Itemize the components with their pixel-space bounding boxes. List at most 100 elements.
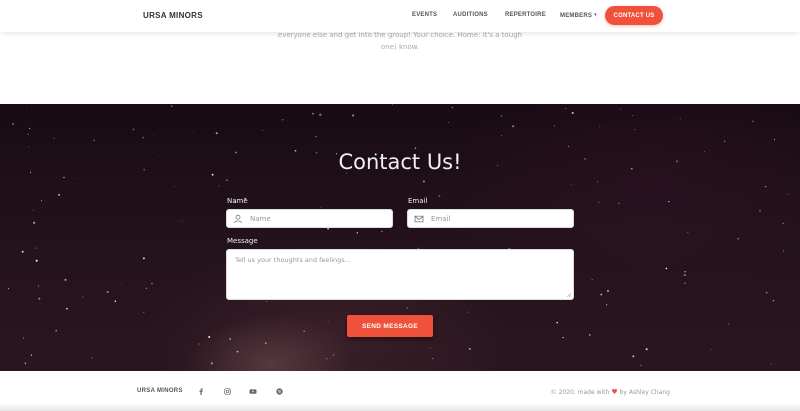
nav-members-dropdown[interactable]: MEMBERS ▾ <box>560 12 597 19</box>
star <box>589 334 591 336</box>
user-icon <box>234 214 242 224</box>
star <box>406 307 408 309</box>
star <box>53 137 55 140</box>
star <box>567 145 569 147</box>
star <box>766 291 768 294</box>
star <box>469 348 471 350</box>
star <box>27 133 29 135</box>
star <box>352 114 355 117</box>
star <box>438 195 441 198</box>
star <box>312 112 314 115</box>
star <box>633 128 636 131</box>
star <box>122 255 124 257</box>
star <box>509 137 511 139</box>
star <box>665 267 668 270</box>
star <box>179 220 182 222</box>
star <box>571 111 574 115</box>
star <box>215 132 218 135</box>
star <box>21 250 24 253</box>
star <box>607 290 609 292</box>
nav-repertoire[interactable]: REPERTOIRE <box>505 12 546 18</box>
contact-us-button[interactable]: CONTACT US <box>605 6 663 25</box>
star <box>208 335 211 339</box>
star <box>38 297 41 300</box>
star <box>683 274 686 277</box>
star <box>328 321 329 323</box>
brand-logo[interactable]: URSA MINORS <box>143 11 203 20</box>
resize-grip-icon[interactable] <box>566 292 571 297</box>
star <box>724 140 726 142</box>
star <box>24 362 27 364</box>
star <box>772 300 775 302</box>
star <box>35 247 37 249</box>
spotify-icon[interactable] <box>275 387 283 395</box>
star <box>58 193 61 196</box>
star <box>12 123 14 125</box>
star <box>37 285 39 287</box>
heart-icon: ♥ <box>611 388 618 396</box>
footer-credit: © 2020, made with ♥ by Ashley Chang <box>551 388 670 396</box>
star <box>64 278 67 281</box>
star <box>391 104 393 106</box>
star <box>764 185 767 188</box>
star <box>562 336 564 339</box>
star <box>710 349 712 350</box>
star <box>303 330 305 332</box>
navbar: URSA MINORS EVENTS AUDITIONS REPERTOIRE … <box>0 0 800 32</box>
footer-brand[interactable]: URSA MINORS <box>137 388 183 394</box>
star <box>668 200 670 203</box>
star <box>684 282 686 284</box>
star <box>23 337 25 339</box>
star <box>132 128 135 131</box>
star <box>591 279 593 281</box>
youtube-icon[interactable] <box>249 387 257 395</box>
name-placeholder: Name <box>250 215 271 223</box>
star <box>226 179 228 182</box>
star <box>35 259 38 262</box>
star <box>632 115 634 117</box>
nav-members-label: MEMBERS <box>560 13 593 19</box>
star <box>632 355 635 358</box>
star <box>63 176 65 179</box>
credit-prefix: © 2020, made with <box>550 389 610 396</box>
star <box>679 118 681 120</box>
star <box>210 362 213 365</box>
star <box>556 321 558 324</box>
star <box>114 300 117 303</box>
star <box>728 323 730 325</box>
message-label: Message <box>227 237 258 245</box>
contact-section: Contact Us! Name Name Email Email Messag… <box>0 104 800 371</box>
message-textarea[interactable]: Tell us your thoughts and feelings... <box>226 249 574 300</box>
star <box>422 180 425 183</box>
star <box>448 122 450 123</box>
email-input[interactable]: Email <box>407 209 574 228</box>
star <box>90 357 93 359</box>
star <box>597 201 600 204</box>
star <box>66 307 68 310</box>
star <box>174 186 175 187</box>
star <box>229 338 232 340</box>
star <box>501 135 502 137</box>
star <box>28 146 30 148</box>
star <box>618 202 620 205</box>
name-input[interactable]: Name <box>226 209 393 228</box>
intro-line-2: one) know. <box>380 43 420 51</box>
nav-auditions[interactable]: AUDITIONS <box>453 12 488 18</box>
nav-events[interactable]: EVENTS <box>412 12 437 18</box>
facebook-icon[interactable] <box>197 387 205 395</box>
star <box>332 354 335 356</box>
star <box>770 363 772 365</box>
star <box>143 312 145 313</box>
star <box>151 282 153 285</box>
message-placeholder: Tell us your thoughts and feelings... <box>235 256 351 264</box>
star <box>315 135 317 138</box>
star <box>565 107 567 110</box>
send-message-button[interactable]: SEND MESSAGE <box>347 315 433 337</box>
star <box>787 194 789 195</box>
instagram-icon[interactable] <box>223 387 231 395</box>
star <box>752 120 754 122</box>
star <box>451 106 454 109</box>
star <box>432 358 434 360</box>
star <box>782 222 784 224</box>
star <box>490 335 492 337</box>
